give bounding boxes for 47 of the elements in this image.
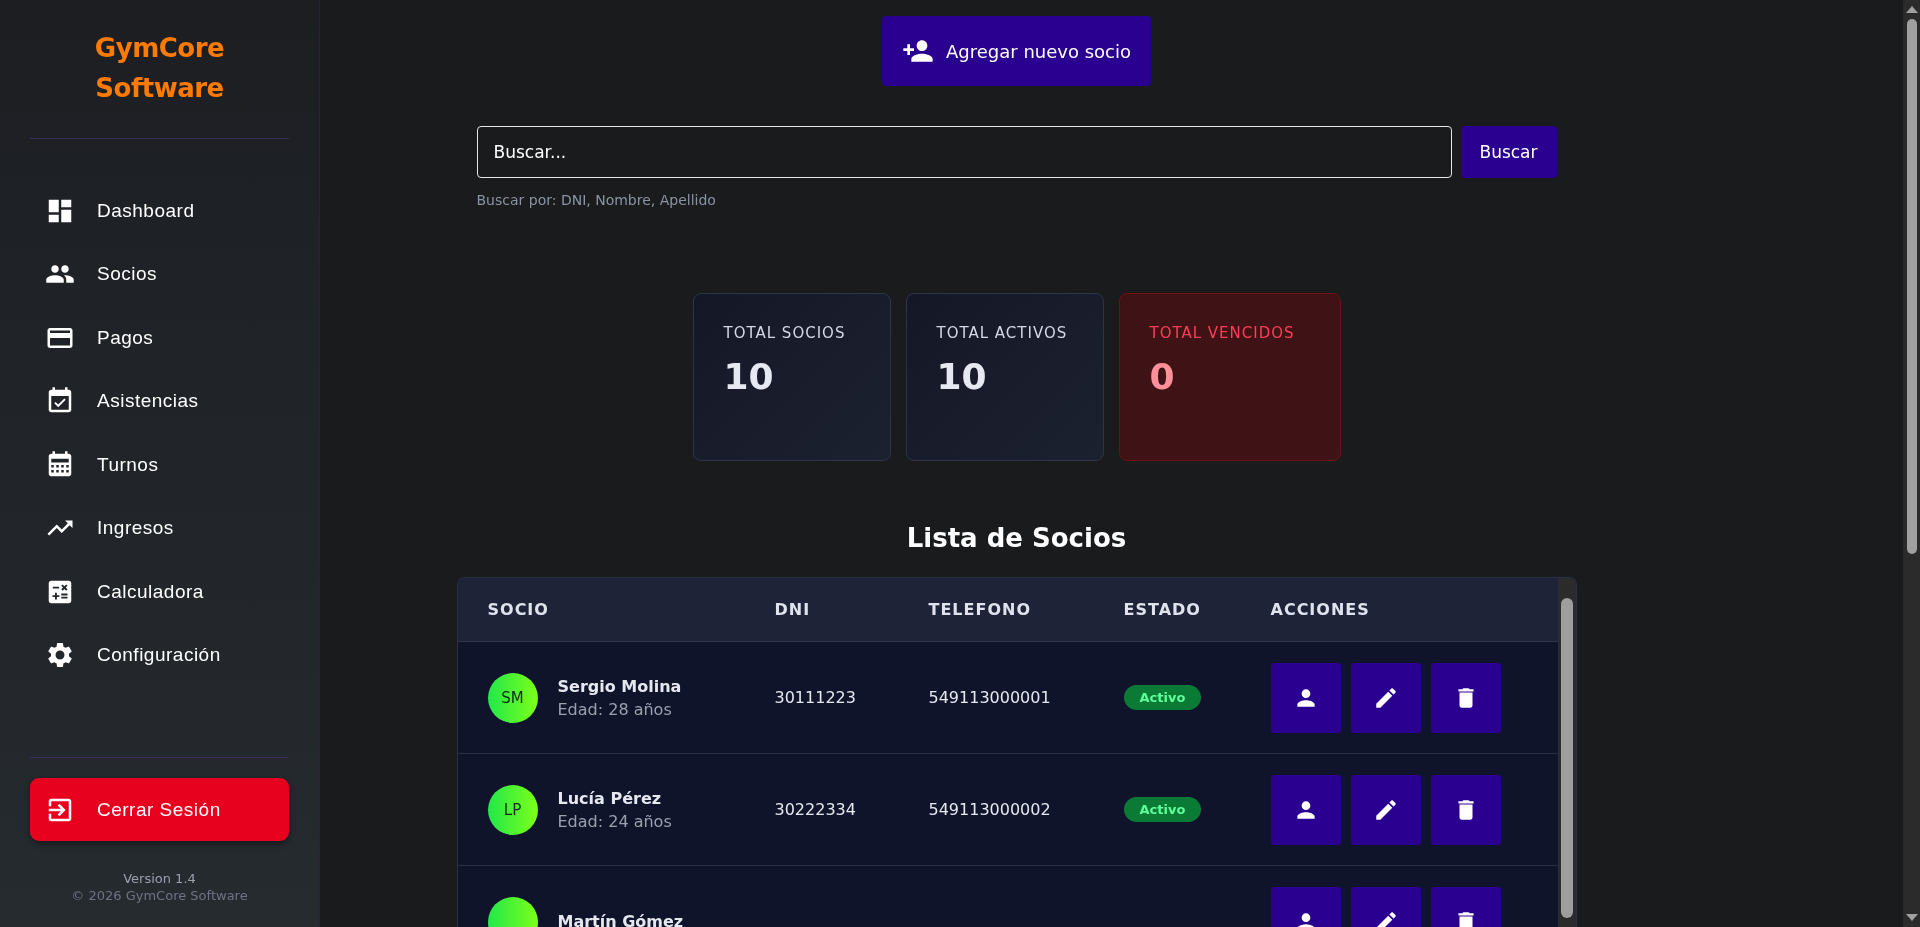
stat-value: 10 bbox=[936, 356, 988, 397]
member-age: Edad: 24 años bbox=[557, 811, 672, 831]
column-header: TELEFONO bbox=[928, 600, 1032, 619]
brand-logo: GymCore Software bbox=[94, 32, 225, 105]
copyright-text: © 2026 GymCore Software bbox=[71, 888, 248, 903]
stat-label: TOTAL VENCIDOS bbox=[1149, 324, 1296, 342]
member-name: Martín Gómez bbox=[557, 912, 684, 927]
sidebar-item[interactable]: Calculadora bbox=[30, 560, 289, 624]
search-button[interactable]: Buscar bbox=[1460, 126, 1557, 178]
search-hint: Buscar por: DNI, Nombre, Apellido bbox=[476, 192, 716, 208]
stat-value: 0 bbox=[1149, 356, 1176, 397]
version-text: Version 1.4 bbox=[123, 871, 196, 886]
status-badge: Activo bbox=[1123, 797, 1202, 822]
view-button[interactable] bbox=[1270, 774, 1341, 845]
column-header: DNI bbox=[774, 600, 812, 619]
add-member-button[interactable]: Agregar nuevo socio bbox=[882, 16, 1151, 86]
sidebar-item[interactable]: Pagos bbox=[30, 306, 289, 370]
member-name: Sergio Molina bbox=[557, 676, 682, 696]
column-header: ACCIONES bbox=[1270, 600, 1371, 619]
dni-cell: 30222334 bbox=[774, 800, 856, 819]
sidebar-item[interactable]: Asistencias bbox=[30, 369, 289, 433]
view-button[interactable] bbox=[1270, 662, 1341, 733]
search-field[interactable]: Buscar... bbox=[476, 126, 1452, 178]
sidebar-item[interactable]: Dashboard bbox=[30, 179, 289, 243]
dni-cell: 30111223 bbox=[774, 688, 856, 707]
sidebar-item[interactable]: Configuración bbox=[30, 623, 289, 687]
stat-value: 10 bbox=[723, 356, 775, 397]
logout-button[interactable]: Cerrar Sesión bbox=[30, 778, 289, 841]
phone-cell: 549113000001 bbox=[928, 688, 1051, 707]
avatar: LP bbox=[487, 784, 538, 835]
avatar: SM bbox=[487, 672, 538, 723]
member-age: Edad: 28 años bbox=[557, 699, 673, 719]
stat-label: TOTAL ACTIVOS bbox=[936, 324, 1069, 342]
edit-button[interactable] bbox=[1350, 662, 1421, 733]
sidebar-item[interactable]: Turnos bbox=[30, 433, 289, 497]
phone-cell: 549113000002 bbox=[928, 800, 1051, 819]
status-badge: Activo bbox=[1123, 685, 1202, 710]
stat-label: TOTAL SOCIOS bbox=[723, 324, 847, 342]
delete-button[interactable] bbox=[1430, 774, 1501, 845]
sidebar-item[interactable]: Socios bbox=[30, 242, 289, 306]
sidebar-item[interactable]: Ingresos bbox=[30, 496, 289, 560]
edit-button[interactable] bbox=[1350, 774, 1421, 845]
delete-button[interactable] bbox=[1430, 662, 1501, 733]
member-name: Lucía Pérez bbox=[557, 788, 663, 808]
column-header: SOCIO bbox=[487, 600, 550, 619]
section-title: Lista de Socios bbox=[906, 523, 1127, 553]
column-header: ESTADO bbox=[1123, 600, 1202, 619]
